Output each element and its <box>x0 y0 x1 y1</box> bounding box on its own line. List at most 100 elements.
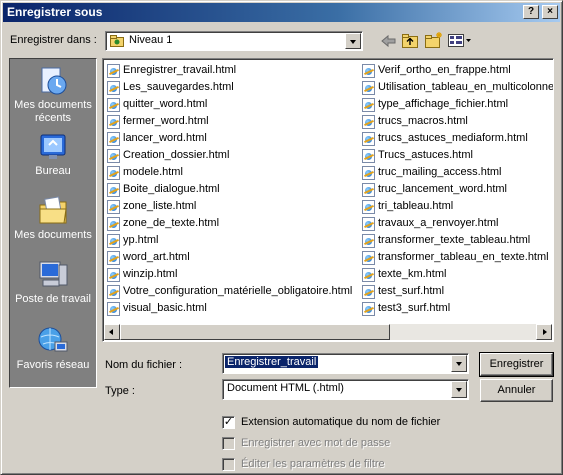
file-item[interactable]: test3_surf.html <box>360 300 553 317</box>
html-file-icon <box>107 166 120 180</box>
html-file-icon <box>362 64 375 78</box>
file-item[interactable]: Verif_ortho_en_frappe.html <box>360 62 553 79</box>
save-button[interactable]: Enregistrer <box>479 352 554 377</box>
auto-extension-checkbox[interactable]: ✓ <box>222 416 235 429</box>
title-bar[interactable]: Enregistrer sous <box>3 3 560 22</box>
scroll-left-icon[interactable] <box>104 324 120 340</box>
place-label: Mes documents <box>14 229 92 241</box>
file-item[interactable]: type_affichage_fichier.html <box>360 96 553 113</box>
html-file-icon <box>362 268 375 282</box>
html-file-icon <box>362 115 375 129</box>
folder-icon <box>110 35 124 47</box>
filename-label: Nom du fichier : <box>105 359 183 371</box>
password-label: Enregistrer avec mot de passe <box>241 437 391 449</box>
html-file-icon <box>362 98 375 112</box>
views-menu-icon[interactable] <box>448 33 472 49</box>
html-file-icon <box>362 200 375 214</box>
file-item[interactable]: Votre_configuration_matérielle_obligatoi… <box>105 283 352 300</box>
save-in-label: Enregistrer dans : <box>10 34 97 46</box>
type-label: Type : <box>105 385 135 397</box>
file-item[interactable]: transformer_tableau_en_texte.html <box>360 249 553 266</box>
scroll-thumb[interactable] <box>120 324 390 340</box>
horizontal-scrollbar[interactable] <box>104 324 552 340</box>
file-item[interactable]: truc_lancement_word.html <box>360 181 553 198</box>
chevron-down-icon[interactable] <box>451 355 467 372</box>
close-icon: × <box>547 6 553 17</box>
file-column-1: Enregistrer_travail.html Les_sauvegardes… <box>105 62 352 317</box>
password-checkbox[interactable] <box>222 437 235 450</box>
file-item[interactable]: zone_liste.html <box>105 198 352 215</box>
html-file-icon <box>362 132 375 146</box>
file-item[interactable]: Trucs_astuces.html <box>360 147 553 164</box>
html-file-icon <box>107 251 120 265</box>
file-item[interactable]: zone_de_texte.html <box>105 215 352 232</box>
filter-settings-checkbox[interactable] <box>222 458 235 471</box>
file-item[interactable]: yp.html <box>105 232 352 249</box>
network-places-icon <box>37 325 69 357</box>
html-file-icon <box>107 183 120 197</box>
file-type-value: Document HTML (.html) <box>227 382 344 394</box>
close-button[interactable]: × <box>542 5 558 19</box>
html-file-icon <box>362 302 375 316</box>
help-button[interactable]: ? <box>523 5 539 19</box>
file-item[interactable]: winzip.html <box>105 266 352 283</box>
html-file-icon <box>107 302 120 316</box>
file-type-dropdown[interactable]: Document HTML (.html) <box>222 379 469 400</box>
file-item[interactable]: quitter_word.html <box>105 96 352 113</box>
file-item[interactable]: trucs_macros.html <box>360 113 553 130</box>
file-item[interactable]: visual_basic.html <box>105 300 352 317</box>
html-file-icon <box>362 251 375 265</box>
html-file-icon <box>362 166 375 180</box>
places-bar: Mes documents récents Bureau Mes documen… <box>9 58 97 388</box>
file-item[interactable]: lancer_word.html <box>105 130 352 147</box>
file-item[interactable]: fermer_word.html <box>105 113 352 130</box>
html-file-icon <box>107 217 120 231</box>
file-list[interactable]: Enregistrer_travail.html Les_sauvegardes… <box>102 58 554 342</box>
html-file-icon <box>362 285 375 299</box>
file-item[interactable]: transformer_texte_tableau.html <box>360 232 553 249</box>
scroll-right-icon[interactable] <box>536 324 552 340</box>
html-file-icon <box>107 149 120 163</box>
html-file-icon <box>107 64 120 78</box>
place-label: Mes documents récents <box>14 99 92 124</box>
file-item[interactable]: Utilisation_tableau_en_multicolonnes.htm… <box>360 79 553 96</box>
file-item[interactable]: truc_mailing_access.html <box>360 164 553 181</box>
filename-input[interactable]: Enregistrer_travail <box>222 353 469 374</box>
html-file-icon <box>107 234 120 248</box>
save-as-dialog: Enregistrer sous ? × Enregistrer dans : … <box>0 0 563 475</box>
html-file-icon <box>362 234 375 248</box>
up-folder-icon[interactable] <box>401 32 419 49</box>
my-computer-icon <box>37 259 69 291</box>
html-file-icon <box>362 81 375 95</box>
file-item[interactable]: travaux_a_renvoyer.html <box>360 215 553 232</box>
cancel-button[interactable]: Annuler <box>480 379 553 402</box>
file-item[interactable]: word_art.html <box>105 249 352 266</box>
file-item[interactable]: test_surf.html <box>360 283 553 300</box>
chevron-down-icon[interactable] <box>451 381 467 398</box>
file-item[interactable]: modele.html <box>105 164 352 181</box>
html-file-icon <box>107 132 120 146</box>
my-documents-icon <box>37 195 69 227</box>
place-label: Poste de travail <box>15 293 91 305</box>
file-column-2: Verif_ortho_en_frappe.html Utilisation_t… <box>360 62 553 317</box>
file-item[interactable]: Creation_dossier.html <box>105 147 352 164</box>
file-item[interactable]: trucs_astuces_mediaform.html <box>360 130 553 147</box>
checkmark-icon: ✓ <box>223 416 234 428</box>
save-in-dropdown[interactable]: Niveau 1 <box>105 31 363 51</box>
html-file-icon <box>107 200 120 214</box>
html-file-icon <box>107 268 120 282</box>
recent-documents-icon <box>37 65 69 97</box>
auto-extension-label: Extension automatique du nom de fichier <box>241 416 441 428</box>
help-icon: ? <box>527 6 535 17</box>
chevron-down-icon[interactable] <box>345 33 361 49</box>
html-file-icon <box>107 81 120 95</box>
file-item[interactable]: tri_tableau.html <box>360 198 553 215</box>
file-item[interactable]: Enregistrer_travail.html <box>105 62 352 79</box>
file-item[interactable]: Boite_dialogue.html <box>105 181 352 198</box>
file-item[interactable]: texte_km.html <box>360 266 553 283</box>
file-item[interactable]: Les_sauvegardes.html <box>105 79 352 96</box>
html-file-icon <box>362 217 375 231</box>
new-folder-icon[interactable] <box>424 31 444 49</box>
back-arrow-icon[interactable] <box>380 33 398 49</box>
desktop-icon <box>37 131 69 163</box>
